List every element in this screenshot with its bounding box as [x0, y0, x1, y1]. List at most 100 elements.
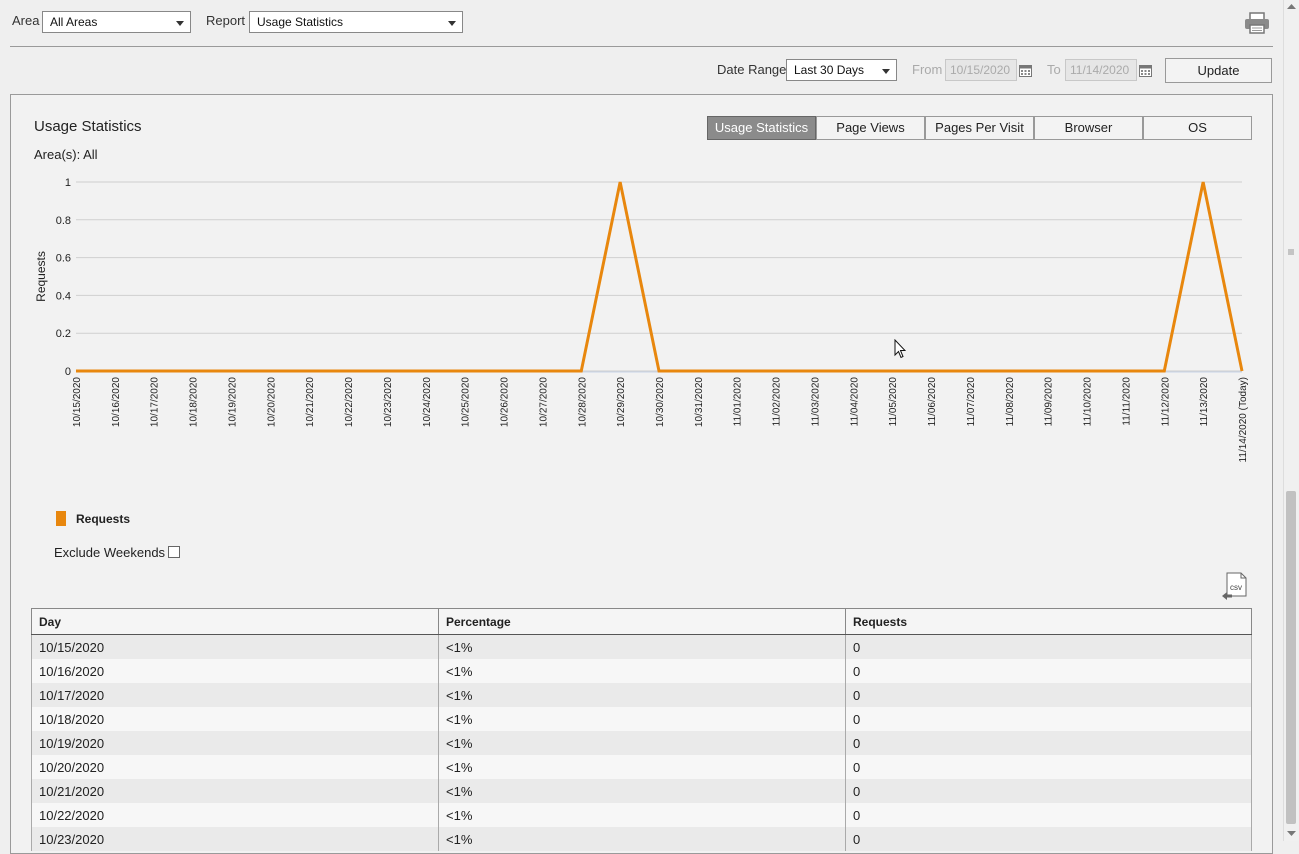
- table-row: 10/16/2020 <1% 0: [31, 659, 1252, 683]
- y-tick-label: 1: [65, 177, 71, 189]
- data-point: [347, 370, 350, 373]
- x-tick-label: 10/28/2020: [577, 377, 588, 427]
- table-row: 10/20/2020 <1% 0: [31, 755, 1252, 779]
- column-header-day[interactable]: Day: [31, 608, 439, 635]
- x-tick-label: 10/20/2020: [266, 377, 277, 427]
- requests-line-chart: 1 0.8 0.6 0.4 0.2 0 Requests 10/15/2020 10/16/20…: [34, 177, 1249, 462]
- percentage-cell: <1%: [438, 683, 846, 707]
- vertical-scrollbar[interactable]: [1283, 0, 1299, 841]
- percentage-cell: <1%: [438, 731, 846, 755]
- x-tick-label: 10/21/2020: [305, 377, 316, 427]
- report-select-value: Usage Statistics: [257, 15, 344, 29]
- tab-page-views[interactable]: Page Views: [816, 116, 925, 140]
- x-tick-label: 11/02/2020: [772, 377, 783, 427]
- x-tick-label: 10/29/2020: [616, 377, 627, 427]
- data-point: [735, 370, 738, 373]
- area-select-value: All Areas: [50, 15, 98, 29]
- tab-usage-statistics[interactable]: Usage Statistics: [707, 116, 816, 140]
- y-tick-label: 0.6: [56, 253, 71, 265]
- x-tick-label: 10/22/2020: [344, 377, 355, 427]
- tab-pages-per-visit[interactable]: Pages Per Visit: [925, 116, 1034, 140]
- data-point: [424, 370, 427, 373]
- data-point: [968, 370, 971, 373]
- data-point: [1163, 370, 1166, 373]
- y-tick-label: 0.2: [56, 328, 71, 340]
- requests-cell: 0: [845, 731, 1252, 755]
- data-point: [1085, 370, 1088, 373]
- x-tick-label: 11/11/2020: [1121, 377, 1132, 426]
- calendar-icon[interactable]: [1019, 65, 1032, 77]
- csv-export-icon[interactable]: csv: [1221, 572, 1247, 602]
- x-tick-label: 11/14/2020 (Today): [1238, 377, 1249, 462]
- tab-browser[interactable]: Browser: [1034, 116, 1143, 140]
- scroll-thumb[interactable]: [1286, 491, 1296, 824]
- table-row: 10/15/2020 <1% 0: [31, 634, 1252, 659]
- y-tick-label: 0.4: [56, 290, 71, 302]
- from-label: From: [912, 62, 943, 77]
- y-axis-label: Requests: [34, 251, 48, 302]
- data-point: [696, 370, 699, 373]
- tab-os[interactable]: OS: [1143, 116, 1252, 140]
- update-button[interactable]: Update: [1165, 58, 1272, 83]
- filter-bar: Area All Areas Report Usage Statistics: [0, 0, 1282, 46]
- percentage-cell: <1%: [438, 803, 846, 827]
- x-tick-label: 11/07/2020: [966, 377, 977, 427]
- chevron-down-icon: [176, 21, 184, 26]
- data-point: [308, 370, 311, 373]
- date-range-select[interactable]: Last 30 Days: [786, 59, 897, 81]
- data-point: [75, 370, 78, 373]
- data-point: [269, 370, 272, 373]
- areas-label: Area(s): All: [34, 147, 98, 162]
- to-label: To: [1047, 62, 1061, 77]
- data-point: [463, 370, 466, 373]
- table-row: 10/22/2020 <1% 0: [31, 803, 1252, 827]
- data-point: [619, 181, 622, 184]
- data-point: [385, 370, 388, 373]
- data-point: [774, 370, 777, 373]
- day-cell: 10/21/2020: [31, 779, 439, 803]
- data-point: [813, 370, 816, 373]
- legend-label-requests: Requests: [76, 512, 131, 526]
- requests-cell: 0: [845, 634, 1252, 659]
- requests-cell: 0: [845, 779, 1252, 803]
- column-header-percentage[interactable]: Percentage: [438, 608, 846, 635]
- day-cell: 10/15/2020: [31, 634, 439, 659]
- to-date-input[interactable]: 11/14/2020: [1065, 59, 1137, 81]
- x-tick-label: 10/17/2020: [150, 377, 161, 427]
- data-point: [658, 370, 661, 373]
- series-line-requests: [76, 181, 1244, 373]
- day-cell: 10/18/2020: [31, 707, 439, 731]
- percentage-cell: <1%: [438, 707, 846, 731]
- data-point: [1202, 181, 1205, 184]
- requests-cell: 0: [845, 827, 1252, 851]
- report-select[interactable]: Usage Statistics: [249, 11, 463, 33]
- usage-statistics-panel: Usage Statistics Area(s): All Usage Stat…: [10, 94, 1273, 854]
- requests-cell: 0: [845, 803, 1252, 827]
- x-tick-label: 11/13/2020: [1199, 377, 1210, 427]
- day-cell: 10/17/2020: [31, 683, 439, 707]
- x-tick-label: 10/24/2020: [422, 377, 433, 427]
- table-row: 10/17/2020 <1% 0: [31, 683, 1252, 707]
- data-point: [541, 370, 544, 373]
- data-point: [891, 370, 894, 373]
- data-point: [1241, 370, 1244, 373]
- requests-cell: 0: [845, 707, 1252, 731]
- x-tick-label: 10/27/2020: [538, 377, 549, 427]
- x-tick-label: 10/16/2020: [111, 377, 122, 427]
- exclude-weekends-checkbox[interactable]: [168, 546, 180, 558]
- scroll-up-icon[interactable]: [1287, 3, 1296, 10]
- x-tick-label: 10/25/2020: [461, 377, 472, 427]
- from-date-input[interactable]: 10/15/2020: [945, 59, 1017, 81]
- svg-text:csv: csv: [1230, 583, 1242, 592]
- data-point: [930, 370, 933, 373]
- x-tick-label: 10/30/2020: [655, 377, 666, 427]
- print-icon[interactable]: [1244, 12, 1270, 34]
- legend-swatch-requests: [56, 511, 66, 526]
- table-row: 10/21/2020 <1% 0: [31, 779, 1252, 803]
- calendar-icon[interactable]: [1139, 65, 1152, 77]
- column-header-requests[interactable]: Requests: [845, 608, 1252, 635]
- area-select[interactable]: All Areas: [42, 11, 191, 33]
- scroll-down-icon[interactable]: [1287, 830, 1296, 837]
- table-row: 10/19/2020 <1% 0: [31, 731, 1252, 755]
- percentage-cell: <1%: [438, 779, 846, 803]
